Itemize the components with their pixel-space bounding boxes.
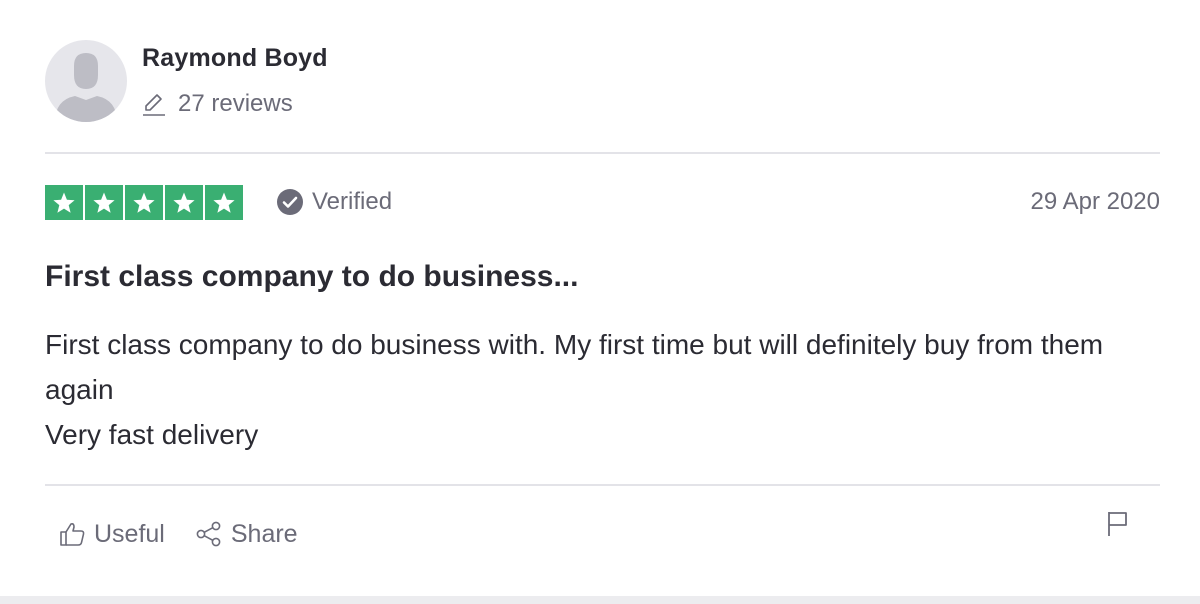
avatar[interactable] — [45, 40, 127, 122]
pencil-icon — [143, 94, 165, 116]
divider — [45, 152, 1160, 154]
review-date: 29 Apr 2020 — [1030, 188, 1160, 215]
divider — [45, 484, 1160, 486]
reviews-count-row: 27 reviews — [142, 88, 293, 120]
reviewer-name[interactable]: Raymond Boyd — [142, 44, 328, 73]
star-rating — [45, 185, 243, 220]
review-body: First class company to do business with.… — [45, 322, 1155, 457]
share-button[interactable]: Share — [195, 520, 298, 549]
verified-label: Verified — [312, 188, 393, 215]
page-bottom-strip — [0, 596, 1200, 604]
review-title[interactable]: First class company to do business... — [45, 260, 578, 294]
star-icon — [165, 185, 203, 220]
star-icon — [125, 185, 163, 220]
user-silhouette-icon — [55, 53, 117, 122]
share-icon — [196, 521, 221, 547]
review-body-line: Very fast delivery — [45, 419, 259, 450]
useful-button[interactable]: Useful — [58, 520, 165, 549]
check-circle-icon — [277, 189, 303, 215]
thumbs-up-icon — [60, 523, 85, 546]
useful-label: Useful — [94, 519, 165, 548]
flag-icon[interactable] — [1105, 510, 1131, 538]
star-icon — [85, 185, 123, 220]
reviews-count: 27 reviews — [178, 90, 293, 117]
verified-badge[interactable]: Verified — [276, 186, 392, 218]
review-actions: Useful Share — [58, 514, 328, 554]
star-icon — [45, 185, 83, 220]
review-body-line: First class company to do business with.… — [45, 329, 1104, 405]
share-label: Share — [230, 519, 298, 548]
review-card: Raymond Boyd 27 reviews Verified 29 Apr … — [0, 0, 1200, 596]
star-icon — [205, 185, 243, 220]
